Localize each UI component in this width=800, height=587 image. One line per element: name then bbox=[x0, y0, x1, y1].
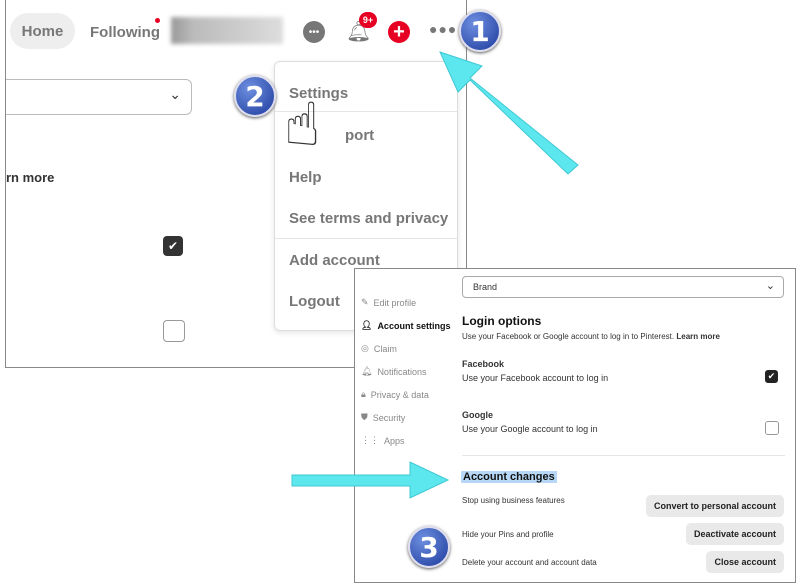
arrow-to-more-menu bbox=[439, 51, 579, 175]
step-badge-2: 2 bbox=[234, 75, 276, 117]
step-badge-3: 3 bbox=[408, 526, 450, 568]
arrow-to-account-changes bbox=[291, 461, 450, 499]
annotation-arrows bbox=[291, 51, 579, 499]
step-badge-1: 1 bbox=[459, 10, 501, 52]
